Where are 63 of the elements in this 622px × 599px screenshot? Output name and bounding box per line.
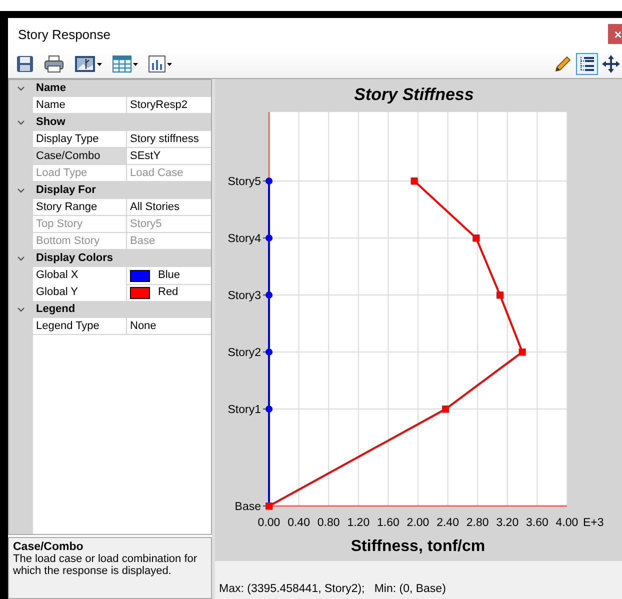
axis-label: 4.00 bbox=[556, 517, 578, 529]
property-name[interactable]: Display Type bbox=[33, 131, 127, 148]
caret-icon bbox=[97, 62, 102, 66]
chevron-down-icon[interactable] bbox=[17, 254, 25, 262]
property-value[interactable]: Story stiffness bbox=[127, 131, 211, 148]
data-point bbox=[266, 234, 272, 242]
axis-label: Story3 bbox=[228, 290, 261, 302]
picture-icon[interactable] bbox=[74, 55, 96, 73]
property-value[interactable]: All Stories bbox=[127, 199, 211, 216]
data-point bbox=[266, 348, 272, 356]
axis-label: Base bbox=[234, 501, 261, 513]
axis-label: Story5 bbox=[228, 176, 261, 188]
axis-label: 1.20 bbox=[347, 517, 370, 529]
property-value[interactable]: Blue bbox=[158, 267, 180, 284]
axis-label: 0.80 bbox=[317, 517, 340, 529]
category-label: Show bbox=[33, 114, 211, 131]
axis-label: 0.40 bbox=[288, 517, 310, 529]
toolbar-button[interactable] bbox=[146, 53, 174, 75]
property-name[interactable]: Name bbox=[33, 97, 127, 114]
caret-icon bbox=[167, 62, 172, 66]
chevron-down-icon[interactable] bbox=[17, 118, 25, 126]
data-point bbox=[472, 234, 480, 242]
category-label: Name bbox=[33, 80, 211, 97]
axis-label: 3.60 bbox=[526, 517, 548, 529]
property-value[interactable]: Red bbox=[158, 284, 178, 301]
axis-label: Story4 bbox=[228, 233, 261, 245]
toolbar-button[interactable] bbox=[72, 53, 104, 75]
property-value[interactable]: StoryResp2 bbox=[127, 97, 211, 114]
axis-label: 3.20 bbox=[496, 517, 519, 529]
chevron-down-icon[interactable] bbox=[17, 306, 25, 314]
axis-label: E+3 bbox=[583, 517, 604, 529]
category-label: Display For bbox=[33, 182, 211, 199]
caret-icon bbox=[133, 62, 138, 66]
axis-label: 2.40 bbox=[436, 517, 459, 529]
property-name[interactable]: Legend Type bbox=[33, 318, 127, 335]
axis-label: 2.80 bbox=[466, 517, 489, 529]
property-value[interactable]: SEstY bbox=[127, 148, 211, 165]
property-name[interactable]: Global Y bbox=[33, 284, 127, 302]
chevron-down-icon[interactable] bbox=[17, 186, 25, 194]
bar-chart-icon[interactable] bbox=[148, 55, 166, 73]
axis-title: Stiffness, tonf/cm bbox=[350, 538, 486, 555]
data-point bbox=[442, 406, 450, 412]
axis-label: 1.60 bbox=[377, 517, 400, 529]
property-value[interactable]: None bbox=[127, 318, 211, 335]
table-icon[interactable] bbox=[112, 55, 132, 73]
category-label: Display Colors bbox=[33, 250, 211, 267]
category-label: Legend bbox=[33, 301, 211, 318]
data-point bbox=[266, 178, 272, 184]
chart-title: Story Stiffness bbox=[354, 85, 474, 104]
data-point bbox=[266, 406, 272, 412]
description-title: Case/Combo bbox=[13, 541, 84, 553]
axis-label: 2.00 bbox=[406, 517, 430, 529]
property-name[interactable]: Story Range bbox=[33, 199, 127, 216]
axis-label: Story2 bbox=[228, 347, 261, 359]
property-name[interactable]: Case/Combo bbox=[33, 148, 127, 165]
data-point bbox=[266, 292, 272, 298]
status-text: Max: (3395.458441, Story2); Min: (0, Base) bbox=[219, 583, 446, 595]
chevron-down-icon[interactable] bbox=[17, 84, 25, 92]
description-text: The load case or load combination for which the response is displayed. bbox=[13, 553, 198, 577]
close-button[interactable]: × bbox=[608, 24, 622, 44]
axis-label: 0.00 bbox=[258, 517, 280, 529]
window-title: Story Response bbox=[18, 26, 110, 42]
axis-label: Story1 bbox=[228, 404, 261, 416]
